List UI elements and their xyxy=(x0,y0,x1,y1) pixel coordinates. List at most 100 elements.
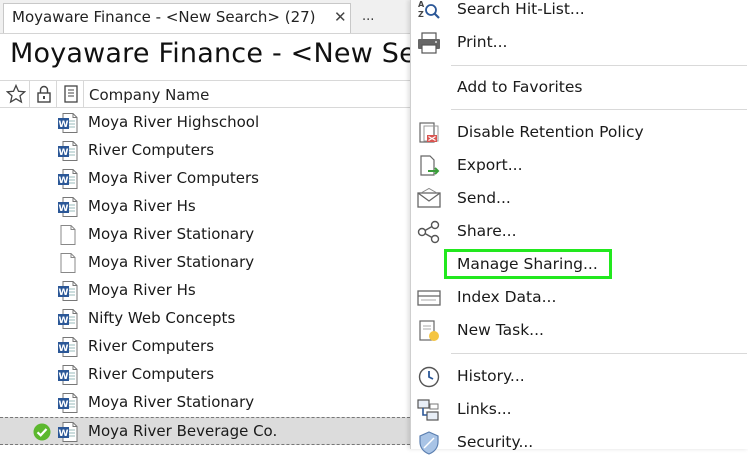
menu-item-security[interactable]: Security... xyxy=(411,428,748,458)
menu-item-send[interactable]: Send... xyxy=(411,184,748,214)
menu-item-manage-sharing[interactable]: Manage Sharing... xyxy=(411,250,748,280)
table-row[interactable]: W Moya River Highschool xyxy=(0,109,410,137)
printer-icon xyxy=(416,31,442,55)
table-row[interactable]: W River Computers xyxy=(0,361,410,389)
menu-item-label: Search Hit-List... xyxy=(457,0,585,18)
menu-item-label: Links... xyxy=(457,400,512,418)
menu-item-disable-retention-policy[interactable]: Disable Retention Policy xyxy=(411,118,748,148)
company-name-cell: Nifty Web Concepts xyxy=(88,309,236,327)
word-document-icon: W xyxy=(57,196,79,218)
checkmark-icon xyxy=(33,423,51,441)
tab-bar: Moyaware Finance - <New Search> (27) ✕ .… xyxy=(0,0,410,34)
company-name-cell: River Computers xyxy=(88,337,215,355)
menu-item-label: Disable Retention Policy xyxy=(457,123,644,141)
tab-moyaware-finance[interactable]: Moyaware Finance - <New Search> (27) ✕ xyxy=(3,3,351,33)
svg-text:W: W xyxy=(59,316,69,326)
table-row[interactable]: Moya River Stationary xyxy=(0,249,410,277)
svg-text:W: W xyxy=(59,204,69,214)
svg-text:W: W xyxy=(59,288,69,298)
company-name-cell: Moya River Hs xyxy=(88,197,196,215)
results-list: W Moya River Highschool W River Computers W M… xyxy=(0,109,410,445)
menu-separator xyxy=(451,353,747,354)
company-name-cell: Moya River Computers xyxy=(88,169,259,187)
shield-icon xyxy=(416,431,442,455)
word-document-icon: W xyxy=(57,308,79,330)
word-document-icon: W xyxy=(57,364,79,386)
menu-item-label: Print... xyxy=(457,33,508,51)
svg-text:A: A xyxy=(418,0,425,9)
company-name-cell: Moya River Beverage Co. xyxy=(88,422,278,440)
menu-item-index-data[interactable]: Index Data... xyxy=(411,283,748,313)
company-name-cell: Moya River Stationary xyxy=(88,253,255,271)
company-name-cell: Moya River Highschool xyxy=(88,113,260,131)
lock-icon[interactable] xyxy=(34,84,54,104)
menu-item-new-task[interactable]: New Task... xyxy=(411,316,748,346)
table-row[interactable]: Moya River Stationary xyxy=(0,221,410,249)
menu-item-label: Manage Sharing... xyxy=(457,255,598,273)
menu-item-label: Export... xyxy=(457,156,523,174)
company-name-cell: Moya River Hs xyxy=(88,281,196,299)
menu-item-search-hit-list[interactable]: A Z Search Hit-List... xyxy=(411,0,748,25)
word-document-icon: W xyxy=(57,392,79,414)
menu-item-label: Security... xyxy=(457,433,534,451)
menu-item-print[interactable]: Print... xyxy=(411,28,748,58)
envelope-icon xyxy=(416,187,442,211)
menu-item-label: Send... xyxy=(457,189,511,207)
company-name-cell: Moya River Stationary xyxy=(88,393,255,411)
word-document-icon: W xyxy=(57,168,79,190)
menu-item-history[interactable]: History... xyxy=(411,362,748,392)
clock-icon xyxy=(416,365,442,389)
word-document-icon: W xyxy=(57,112,79,134)
table-row[interactable]: W Moya River Hs xyxy=(0,277,410,305)
sort-az-icon: AZ xyxy=(416,0,442,22)
document-type-icon[interactable] xyxy=(61,84,81,104)
menu-item-label: Index Data... xyxy=(457,288,557,306)
company-name-cell: Moya River Stationary xyxy=(88,225,255,243)
column-header: Company Name xyxy=(0,80,410,108)
svg-text:W: W xyxy=(59,429,69,439)
company-name-cell: River Computers xyxy=(88,365,215,383)
tab-title: Moyaware Finance - <New Search> (27) xyxy=(12,8,316,26)
close-icon[interactable]: ✕ xyxy=(334,8,347,26)
links-icon xyxy=(416,398,442,422)
blank-document-icon xyxy=(57,252,79,274)
task-icon xyxy=(416,319,442,343)
table-row[interactable]: W Moya River Computers xyxy=(0,165,410,193)
menu-item-label: Share... xyxy=(457,222,517,240)
share-icon xyxy=(416,220,442,244)
table-row[interactable]: W Nifty Web Concepts xyxy=(0,305,410,333)
menu-item-label: Add to Favorites xyxy=(457,78,583,96)
svg-text:W: W xyxy=(59,176,69,186)
svg-text:W: W xyxy=(59,344,69,354)
word-document-icon: W xyxy=(57,140,79,162)
table-row[interactable]: W River Computers xyxy=(0,333,410,361)
menu-item-add-to-favorites[interactable]: Add to Favorites xyxy=(411,73,748,103)
svg-text:Z: Z xyxy=(418,10,424,19)
export-icon xyxy=(416,154,442,178)
star-icon[interactable] xyxy=(6,84,26,104)
table-row[interactable]: W Moya River Hs xyxy=(0,193,410,221)
search-results-pane: Moyaware Finance - <New Search> (27) ✕ .… xyxy=(0,0,563,449)
table-row[interactable]: W Moya River Beverage Co. xyxy=(0,417,410,445)
menu-separator xyxy=(451,109,747,110)
svg-text:W: W xyxy=(59,372,69,382)
table-row[interactable]: W River Computers xyxy=(0,137,410,165)
menu-item-links[interactable]: Links... xyxy=(411,395,748,425)
menu-item-share[interactable]: Share... xyxy=(411,217,748,247)
index-card-icon xyxy=(416,286,442,310)
column-company-name[interactable]: Company Name xyxy=(89,86,209,104)
svg-text:W: W xyxy=(59,148,69,158)
menu-item-export[interactable]: Export... xyxy=(411,151,748,181)
word-document-icon: W xyxy=(57,336,79,358)
word-document-icon: W xyxy=(57,280,79,302)
blank-document-icon xyxy=(57,224,79,246)
table-row[interactable]: W Moya River Stationary xyxy=(0,389,410,417)
menu-separator xyxy=(451,65,747,66)
retention-icon xyxy=(416,121,442,145)
more-tabs-button[interactable]: ... xyxy=(362,9,374,24)
context-menu: A Z Search Hit-List... Print... Add to Favor… xyxy=(410,0,748,455)
menu-item-label: New Task... xyxy=(457,321,544,339)
company-name-cell: River Computers xyxy=(88,141,215,159)
word-document-icon: W xyxy=(57,421,79,443)
svg-text:W: W xyxy=(59,400,69,410)
